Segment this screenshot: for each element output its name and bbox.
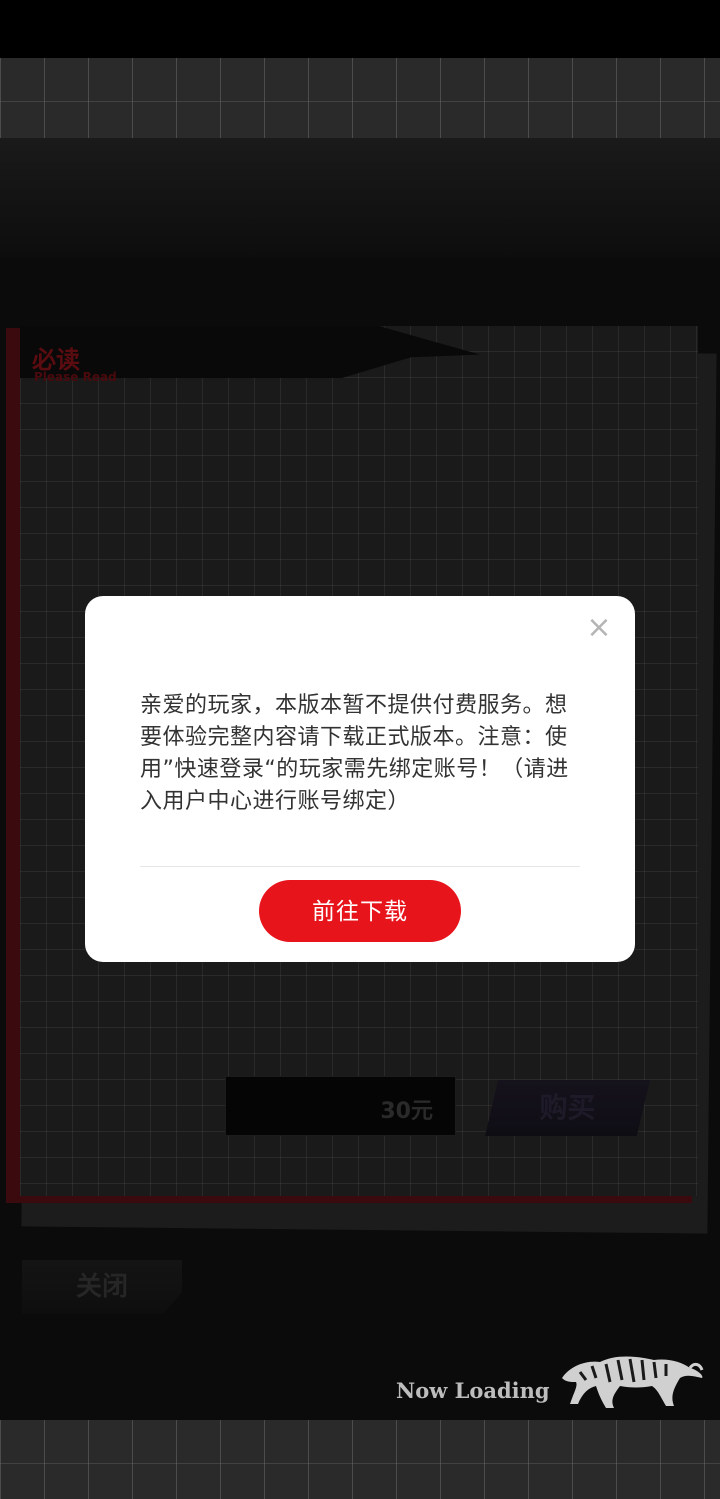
close-panel-button[interactable]: 关闭 xyxy=(22,1260,182,1314)
status-bar xyxy=(0,0,720,58)
download-button[interactable]: 前往下载 xyxy=(259,880,461,942)
game-header xyxy=(0,138,720,258)
loading-text: Now Loading xyxy=(396,1378,550,1403)
bottom-grid-band xyxy=(0,1420,720,1499)
top-grid-band xyxy=(0,58,720,138)
tiger-icon xyxy=(562,1356,704,1408)
notice-dialog: × 亲爱的玩家，本版本暂不提供付费服务。想要体验完整内容请下载正式版本。注意：使… xyxy=(85,596,635,962)
buy-button[interactable]: 购买 xyxy=(485,1080,650,1136)
dialog-message: 亲爱的玩家，本版本暂不提供付费服务。想要体验完整内容请下载正式版本。注意：使用”… xyxy=(140,693,569,814)
price-display: 30元 xyxy=(225,1076,456,1136)
close-icon[interactable]: × xyxy=(585,613,613,643)
must-read-subtitle: Please Read xyxy=(34,370,117,384)
price-text: 30元 xyxy=(380,1099,433,1124)
dialog-divider xyxy=(140,866,580,867)
